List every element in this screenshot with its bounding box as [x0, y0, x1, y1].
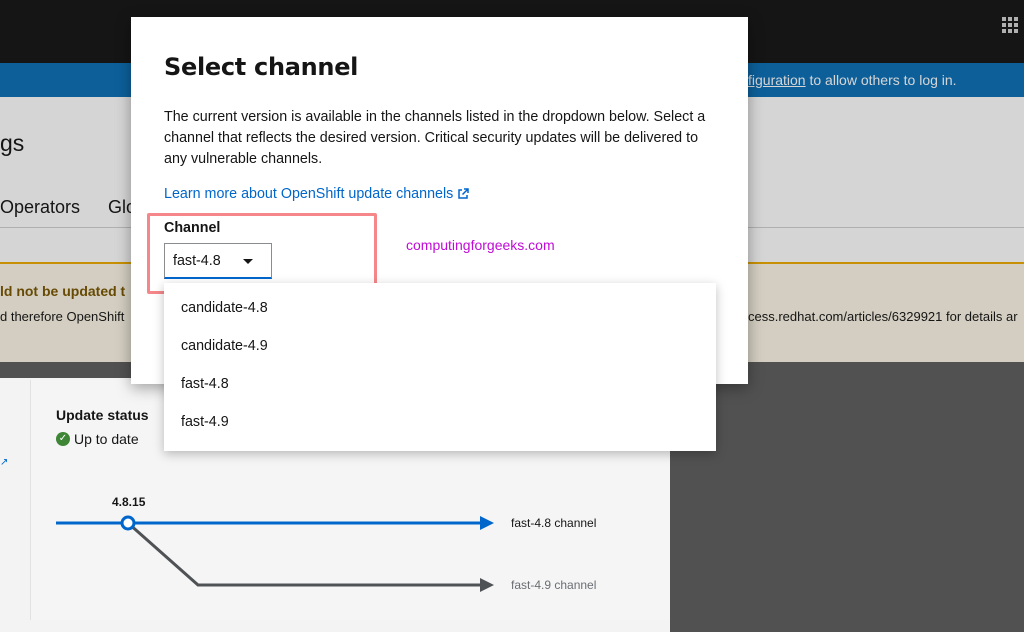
update-graph: 4.8.15 fast-4.8 channel fast-4.9 channel: [56, 495, 596, 592]
option-fast-49[interactable]: fast-4.9: [181, 414, 229, 430]
arrow-icon: [480, 578, 494, 592]
option-candidate-48[interactable]: candidate-4.8: [181, 300, 268, 316]
external-link-icon: [457, 188, 470, 200]
channel-label-fast-49: fast-4.9 channel: [511, 578, 596, 592]
option-candidate-49[interactable]: candidate-4.9: [181, 338, 268, 354]
current-version-label: 4.8.15: [112, 495, 146, 509]
update-status-value: ✓ Up to date: [56, 431, 139, 447]
update-status-label: Update status: [56, 407, 149, 423]
learn-more-text[interactable]: Learn more about OpenShift update channe…: [164, 186, 453, 202]
update-status-text: Up to date: [74, 431, 139, 447]
channel-dropdown-menu: candidate-4.8 candidate-4.9 fast-4.8 fas…: [164, 283, 716, 451]
check-circle-icon: ✓: [56, 432, 70, 446]
modal-title: Select channel: [164, 53, 359, 81]
highlight-box: [147, 213, 377, 294]
version-node[interactable]: [120, 515, 136, 531]
external-link-icon[interactable]: ↗: [0, 457, 8, 468]
learn-more-link[interactable]: Learn more about OpenShift update channe…: [164, 186, 470, 202]
channel-label-fast-48: fast-4.8 channel: [511, 516, 596, 530]
channel-line-fast-49: [127, 521, 482, 587]
option-fast-48[interactable]: fast-4.8: [181, 376, 229, 392]
modal-description: The current version is available in the …: [164, 109, 706, 167]
arrow-icon: [480, 516, 494, 530]
watermark-text: computingforgeeks.com: [406, 237, 555, 253]
